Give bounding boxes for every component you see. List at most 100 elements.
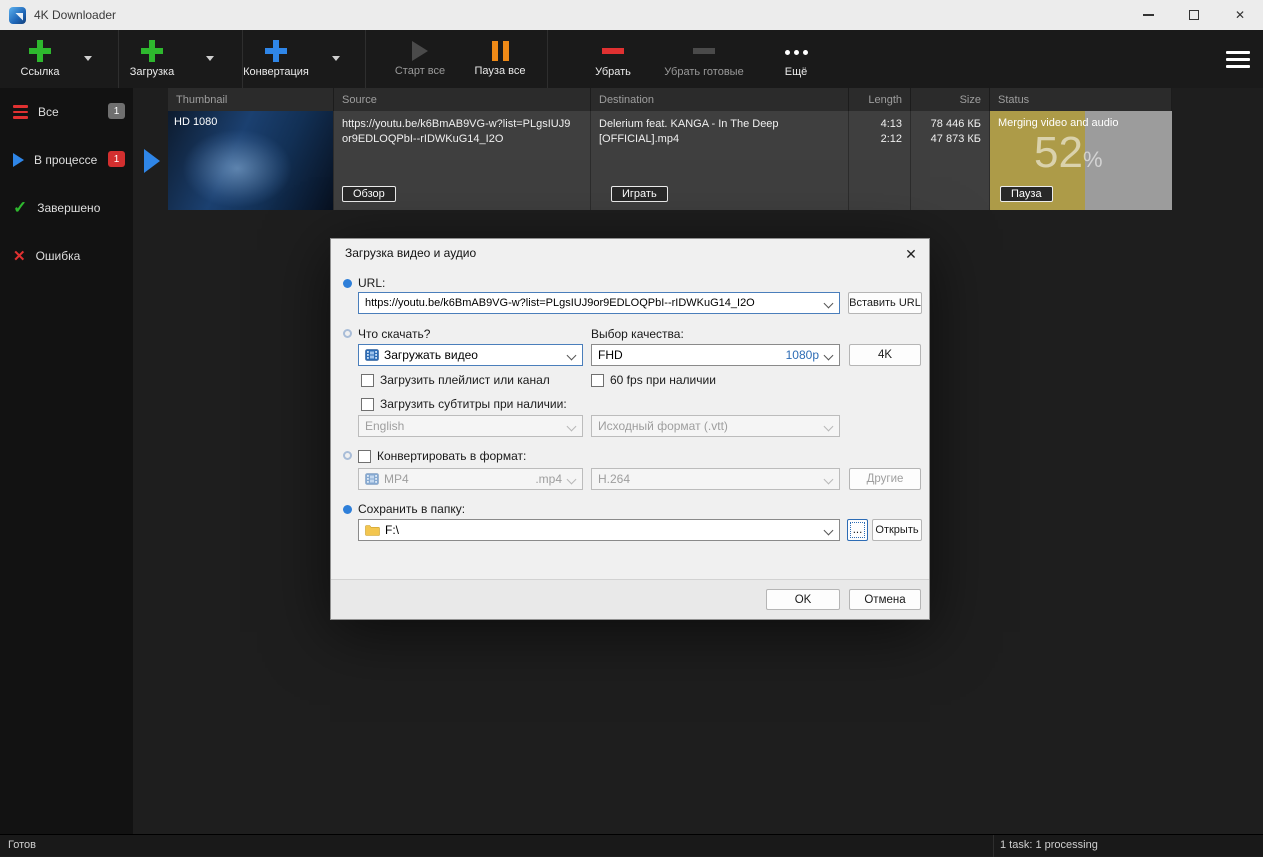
open-folder-button[interactable]: Открыть [872, 519, 922, 541]
sidebar: Все 1 В процессе 1 Завершено Ошибка [0, 88, 133, 834]
chevron-down-icon [823, 474, 834, 485]
playlist-checkbox[interactable]: Загрузить плейлист или канал [361, 373, 550, 387]
close-button[interactable] [1217, 0, 1263, 30]
convert-format-combobox: MP4 .mp4 [358, 468, 583, 490]
chevron-down-icon[interactable] [823, 525, 834, 536]
convert-codec-combobox: H.264 [591, 468, 840, 490]
remove-button[interactable]: Убрать [584, 30, 642, 88]
fps-checkbox[interactable]: 60 fps при наличии [591, 373, 716, 387]
more-button[interactable]: Ещё [776, 30, 816, 88]
column-header-source[interactable]: Source [334, 88, 591, 111]
subtitle-language-value: English [365, 419, 405, 433]
ok-button[interactable]: OK [766, 589, 840, 610]
convert-ext-value: .mp4 [535, 472, 562, 486]
plus-icon [141, 40, 163, 62]
subtitle-format-combobox: Исходный формат (.vtt) [591, 415, 840, 437]
close-icon [1235, 6, 1245, 24]
count-badge: 1 [108, 103, 125, 119]
check-icon [13, 198, 27, 218]
convert-format-value: MP4 [384, 472, 409, 486]
fourk-button[interactable]: 4K [849, 344, 921, 366]
status-ready-text: Готов [8, 839, 36, 851]
video-quality-label: HD 1080 [174, 116, 218, 128]
add-link-button[interactable]: Ссылка [9, 30, 71, 88]
hamburger-icon [1226, 50, 1250, 54]
column-header-size[interactable]: Size [911, 88, 990, 111]
start-all-button: Старт все [389, 30, 451, 88]
destination-cell: Delerium feat. KANGA - In The Deep [OFFI… [591, 111, 849, 210]
pause-all-button[interactable]: Пауза все [469, 30, 531, 88]
chevron-down-icon[interactable] [566, 350, 577, 361]
paste-url-button[interactable]: Вставить URL [848, 292, 922, 314]
convert-codec-value: H.264 [598, 472, 631, 486]
save-path-combobox[interactable]: F:\ [358, 519, 840, 541]
toolbar-separator [547, 30, 548, 88]
plus-icon [265, 40, 287, 62]
download-row[interactable]: HD 1080 https://youtu.be/k6BmAB9VG-w?lis… [168, 111, 1172, 210]
column-header-length[interactable]: Length [849, 88, 911, 111]
browse-folder-button[interactable]: ... [847, 519, 868, 541]
url-bullet-icon [343, 279, 352, 288]
destination-filename: Delerium feat. KANGA - In The Deep [OFFI… [599, 118, 779, 146]
chevron-down-icon [566, 421, 577, 432]
url-label: URL: [358, 276, 386, 290]
task-summary-text: 1 task: 1 processing [1000, 839, 1098, 851]
chevron-down-icon[interactable] [823, 350, 834, 361]
quality-combobox[interactable]: FHD 1080p [591, 344, 840, 366]
add-download-button[interactable]: Загрузка [122, 30, 182, 88]
toolbar-separator [365, 30, 366, 88]
add-link-dropdown-icon[interactable] [84, 56, 92, 61]
size-done: 47 873 КБ [930, 133, 981, 146]
film-icon [365, 472, 379, 486]
window-controls [1125, 0, 1263, 30]
sidebar-item-error[interactable]: Ошибка [0, 232, 133, 280]
column-header-destination[interactable]: Destination [591, 88, 849, 111]
url-combobox[interactable]: https://youtu.be/k6BmAB9VG-w?list=PLgsIU… [358, 292, 840, 314]
pause-icon [491, 41, 509, 61]
subtitle-language-combobox: English [358, 415, 583, 437]
status-cell: Merging video and audio 52% Пауза [990, 111, 1172, 210]
download-mode-combobox[interactable]: Загружать видео [358, 344, 583, 366]
add-download-dropdown-icon[interactable] [206, 56, 214, 61]
convert-checkbox[interactable]: Конвертировать в формат: [358, 449, 526, 463]
minimize-button[interactable] [1125, 0, 1171, 30]
subtitles-checkbox[interactable]: Загрузить субтитры при наличии: [361, 397, 567, 411]
cancel-button[interactable]: Отмена [849, 589, 921, 610]
save-path-value: F:\ [385, 523, 399, 537]
film-icon [365, 348, 379, 362]
column-header-thumbnail[interactable]: Thumbnail [168, 88, 334, 111]
dialog-title: Загрузка видео и аудио [345, 246, 477, 260]
size-total: 78 446 КБ [930, 118, 981, 130]
length-done: 2:12 [880, 133, 902, 146]
count-badge: 1 [108, 151, 125, 167]
checkbox-icon [358, 449, 371, 463]
column-header-status[interactable]: Status [990, 88, 1172, 111]
main-menu-button[interactable] [1222, 45, 1254, 73]
play-icon [412, 41, 428, 61]
source-url: https://youtu.be/k6BmAB9VG-w?list=PLgsIU… [342, 118, 571, 146]
folder-icon [365, 524, 380, 536]
others-button: Другие [849, 468, 921, 490]
pause-task-button[interactable]: Пауза [1000, 186, 1053, 202]
maximize-button[interactable] [1171, 0, 1217, 30]
play-file-button[interactable]: Играть [611, 186, 668, 202]
add-conversion-dropdown-icon[interactable] [332, 56, 340, 61]
dialog-close-button[interactable] [899, 242, 923, 266]
play-icon [13, 153, 24, 167]
window-title: 4K Downloader [34, 8, 117, 22]
url-value: https://youtu.be/k6BmAB9VG-w?list=PLgsIU… [365, 297, 755, 309]
add-conversion-button[interactable]: Конвертация [238, 30, 314, 88]
toolbar-separator [118, 30, 119, 88]
length-cell: 4:13 2:12 [849, 111, 911, 210]
size-cell: 78 446 КБ 47 873 КБ [911, 111, 990, 210]
table-header: Thumbnail Source Destination Length Size… [168, 88, 1172, 111]
sidebar-item-completed[interactable]: Завершено [0, 184, 133, 232]
sidebar-item-all[interactable]: Все 1 [0, 88, 133, 136]
sidebar-item-in-progress[interactable]: В процессе 1 [0, 136, 133, 184]
chevron-down-icon[interactable] [823, 298, 834, 309]
what-label: Что скачать? [358, 327, 431, 341]
download-dialog: Загрузка видео и аудио URL: https://yout… [330, 238, 930, 620]
save-folder-label: Сохранить в папку: [358, 502, 466, 516]
browse-button[interactable]: Обзор [342, 186, 396, 202]
ellipsis-icon [784, 49, 808, 55]
